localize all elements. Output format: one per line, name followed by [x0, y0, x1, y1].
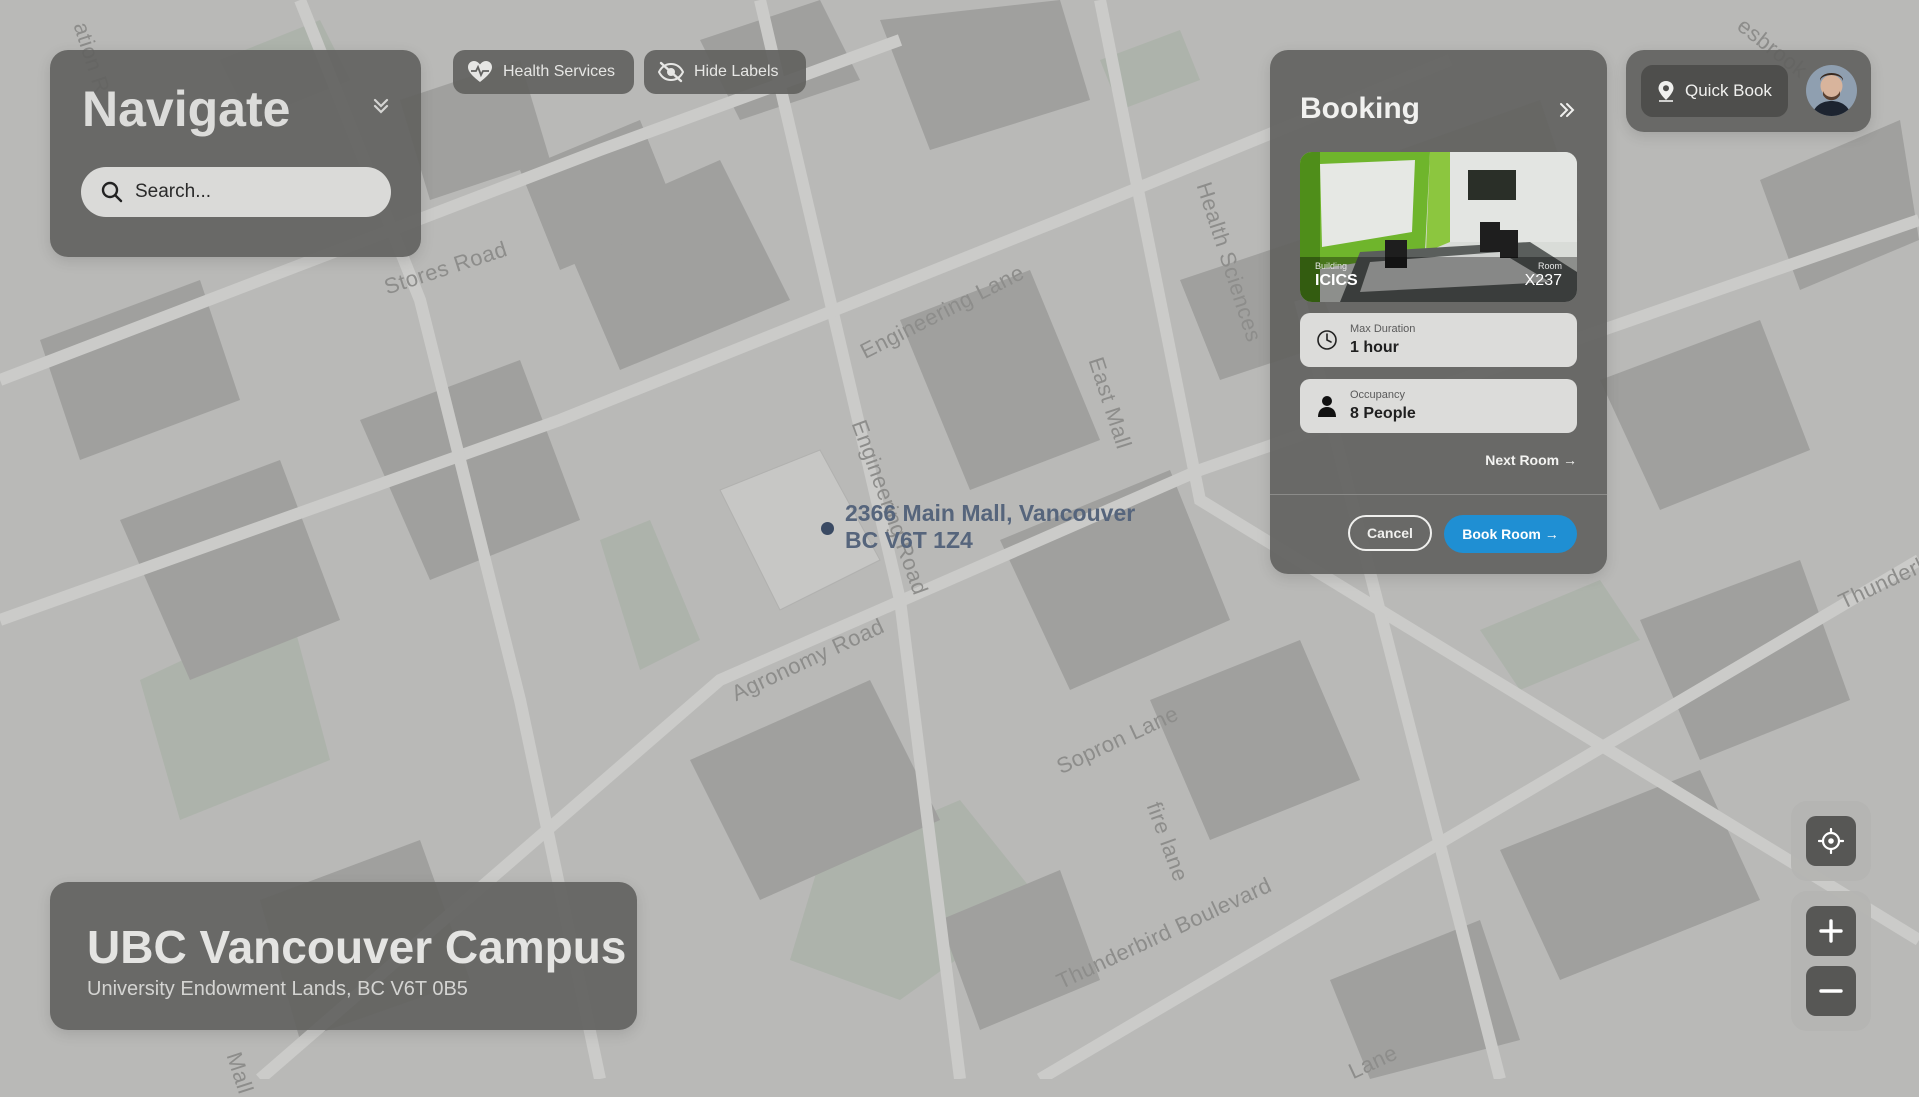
- collapse-chevron-icon[interactable]: [370, 95, 396, 121]
- hide-labels-label: Hide Labels: [694, 63, 779, 80]
- hide-labels-button[interactable]: Hide Labels: [644, 50, 806, 94]
- book-room-button[interactable]: Book Room →: [1444, 515, 1577, 553]
- expand-chevrons-icon[interactable]: [1557, 100, 1577, 125]
- campus-address: University Endowment Lands, BC V6T 0B5: [87, 978, 468, 1000]
- eye-slash-icon: [658, 61, 684, 83]
- zoom-in-button[interactable]: [1806, 906, 1856, 956]
- crosshair-icon: [1818, 828, 1844, 854]
- occupancy-value: 8 People: [1350, 405, 1416, 422]
- building-caption: Building: [1315, 261, 1348, 271]
- map-pin-icon: [1658, 81, 1674, 102]
- person-icon: [1318, 396, 1336, 417]
- max-duration-label: Max Duration: [1350, 323, 1416, 335]
- health-services-label: Health Services: [503, 63, 616, 80]
- marker-address-line1: 2366 Main Mall, Vancouver: [845, 500, 1136, 526]
- quick-book-button[interactable]: Quick Book: [1641, 65, 1788, 117]
- quick-book-label: Quick Book: [1685, 81, 1772, 100]
- room-caption: Room: [1537, 261, 1562, 271]
- health-services-button[interactable]: Health Services: [453, 50, 634, 94]
- clock-icon: [1317, 330, 1337, 350]
- booking-title: Booking: [1300, 92, 1420, 125]
- occupancy-label: Occupancy: [1350, 389, 1406, 401]
- marker-address: 2366 Main Mall, Vancouver BC V6T 1Z4: [845, 500, 1135, 554]
- campus-title: UBC Vancouver Campus: [87, 921, 627, 973]
- navigate-panel: Navigate: [50, 50, 421, 257]
- zoom-out-button[interactable]: [1806, 966, 1856, 1016]
- occupancy-card: Occupancy 8 People: [1300, 379, 1577, 433]
- locate-control: [1791, 801, 1871, 881]
- locate-me-button[interactable]: [1806, 816, 1856, 866]
- navigate-title: Navigate: [82, 81, 291, 137]
- campus-info-card: UBC Vancouver Campus University Endowmen…: [50, 882, 637, 1030]
- next-room-link[interactable]: Next Room →: [1485, 452, 1577, 468]
- location-marker[interactable]: [821, 522, 834, 535]
- avatar[interactable]: [1806, 65, 1857, 116]
- quick-book-panel: Quick Book: [1626, 50, 1871, 132]
- max-duration-value: 1 hour: [1350, 339, 1399, 356]
- heart-pulse-icon: [468, 61, 492, 82]
- max-duration-card: Max Duration 1 hour: [1300, 313, 1577, 367]
- search-box[interactable]: [81, 167, 391, 217]
- booking-divider: [1270, 494, 1607, 495]
- building-name: ICICS: [1315, 272, 1358, 289]
- marker-address-line2: BC V6T 1Z4: [845, 527, 973, 553]
- cancel-button[interactable]: Cancel: [1348, 515, 1432, 551]
- booking-panel: Booking Building ICICS Room X237 Max Dur…: [1270, 50, 1607, 574]
- zoom-controls: [1791, 891, 1871, 1031]
- plus-icon: [1819, 919, 1843, 943]
- room-number: X237: [1524, 272, 1562, 289]
- minus-icon: [1819, 989, 1843, 993]
- room-photo: Building ICICS Room X237: [1300, 152, 1577, 302]
- search-input[interactable]: [133, 180, 387, 204]
- search-icon: [101, 181, 123, 203]
